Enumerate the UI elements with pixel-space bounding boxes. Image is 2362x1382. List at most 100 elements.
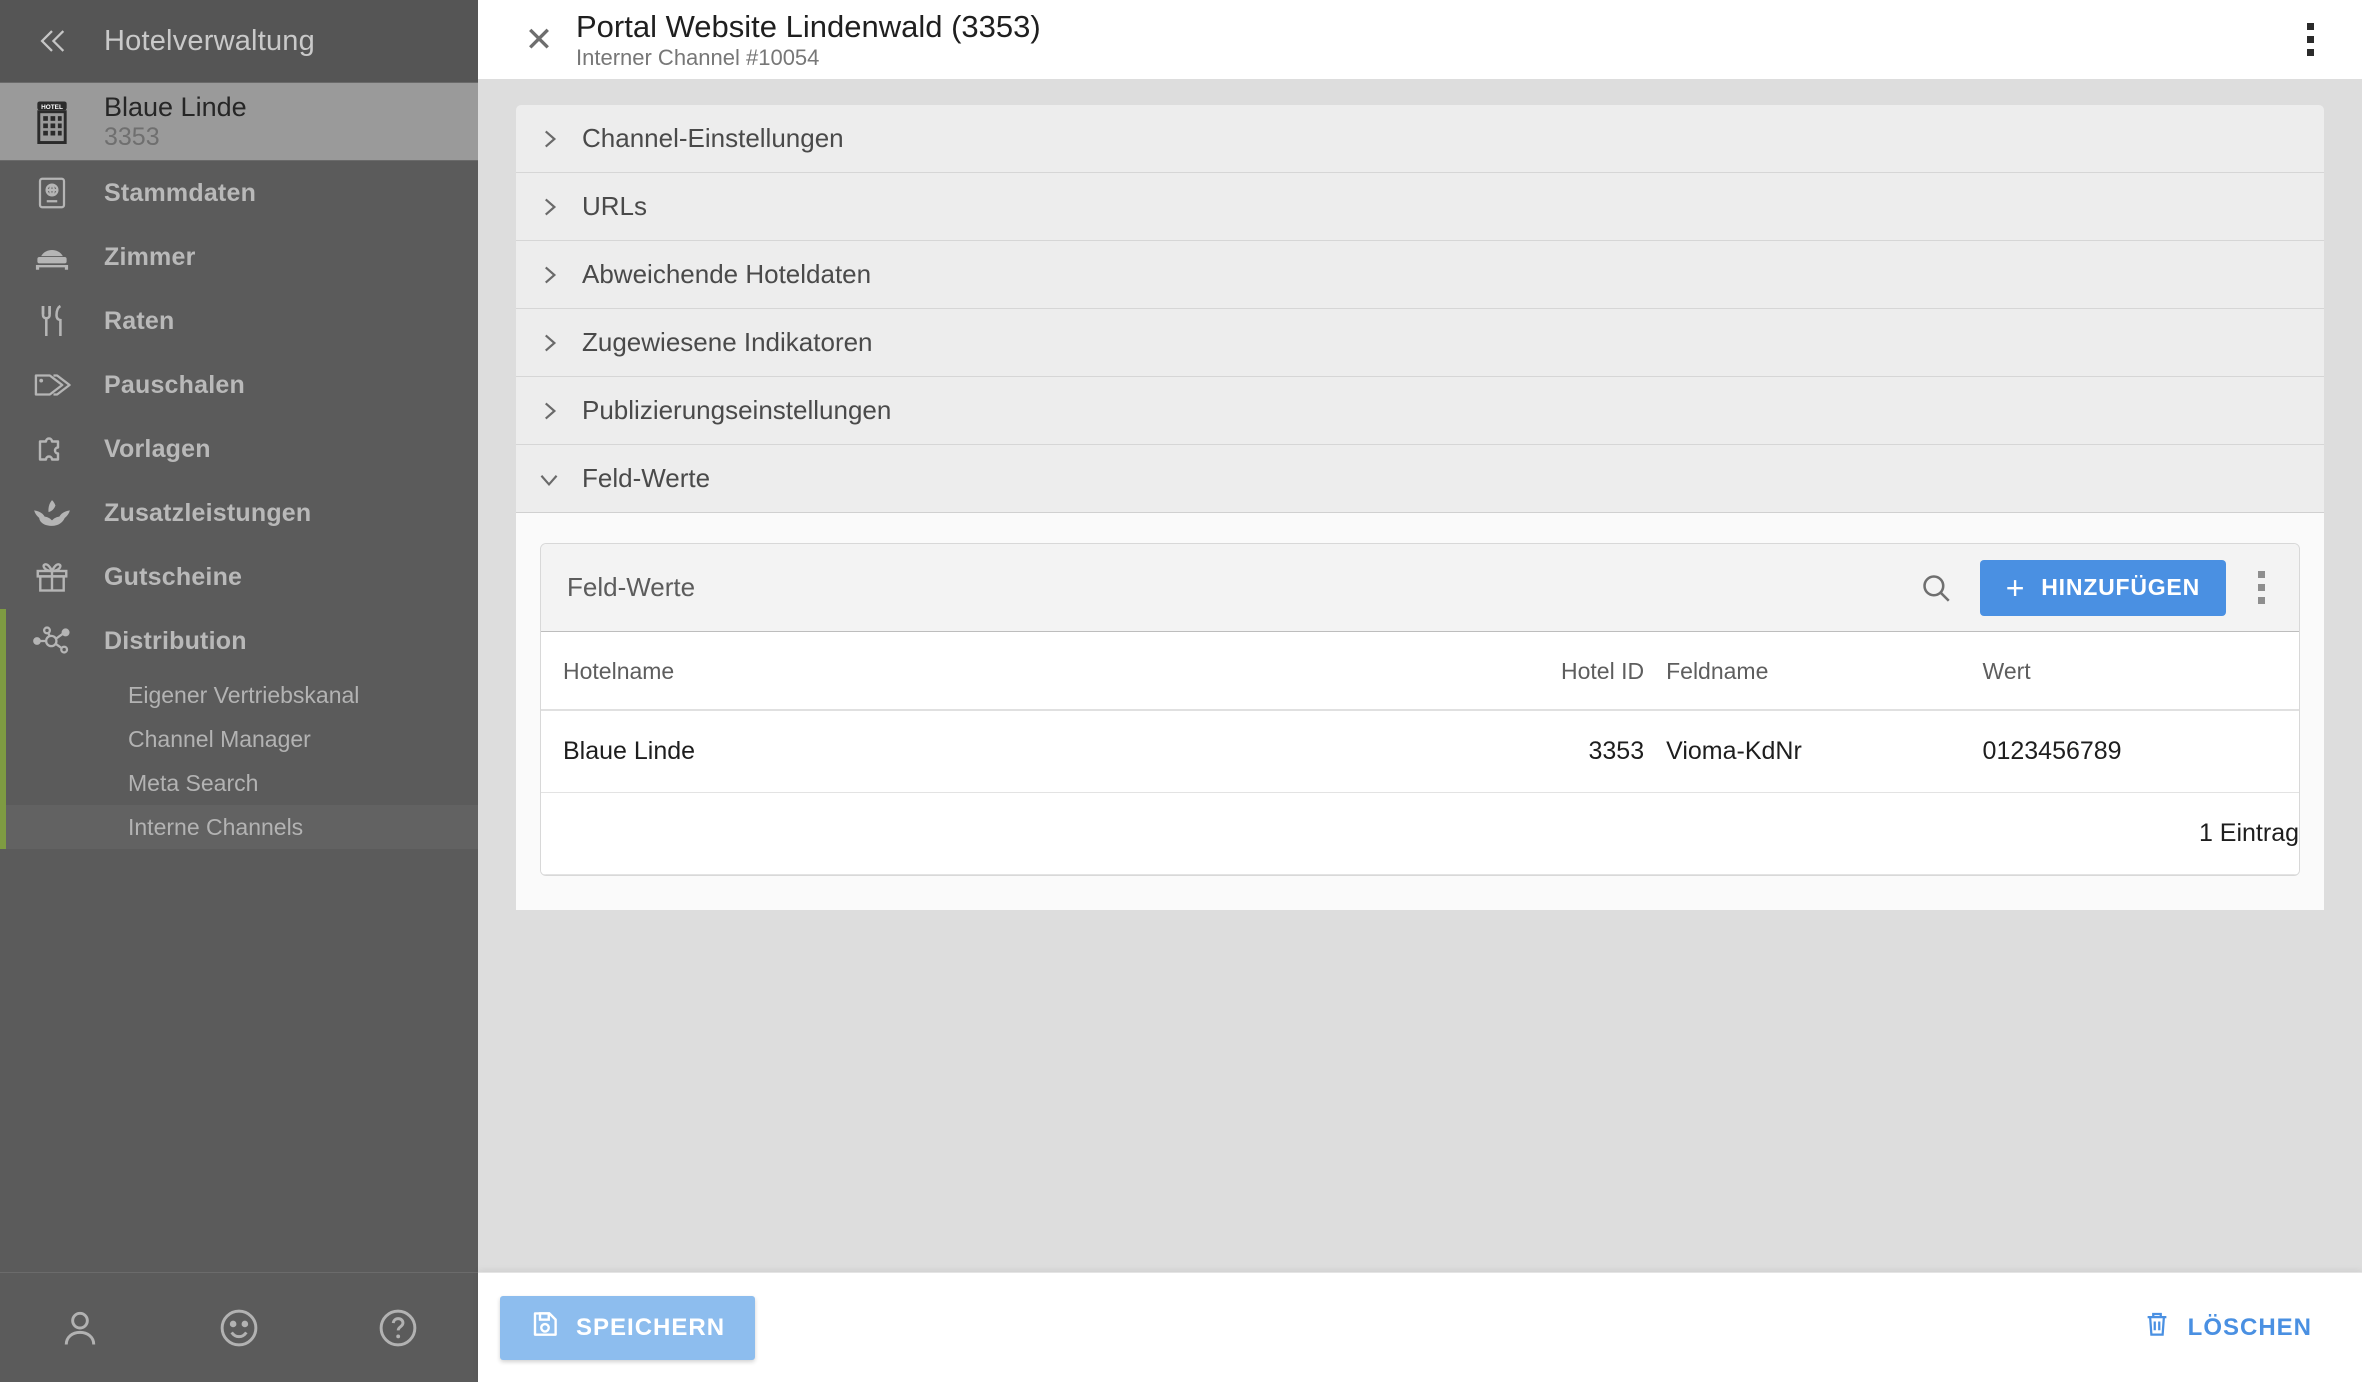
panel-footer: SPEICHERN LÖSCHEN	[478, 1272, 2362, 1382]
sidebar-item-distribution[interactable]: Distribution	[0, 609, 478, 673]
table-toolbar-title: Feld-Werte	[567, 572, 696, 602]
chevron-right-icon	[516, 398, 582, 424]
delete-button[interactable]: LÖSCHEN	[2132, 1299, 2322, 1356]
help-circle-icon[interactable]	[319, 1306, 478, 1350]
save-button-label: SPEICHERN	[576, 1313, 726, 1341]
sidebar-header: Hotelverwaltung	[0, 0, 478, 82]
accordion-section-label: Publizierungseinstellungen	[582, 395, 892, 425]
sidebar-subitem-label: Eigener Vertriebskanal	[128, 681, 360, 708]
column-header-hotelname[interactable]: Hotelname	[541, 632, 1420, 711]
plus-icon: +	[2005, 569, 2026, 606]
page-title: Portal Website Lindenwald (3353)	[576, 8, 1041, 44]
bed-icon	[0, 240, 104, 274]
sidebar-subitem-meta-search[interactable]: Meta Search	[0, 761, 478, 805]
accordion: Channel-Einstellungen URLs Abweichende H…	[516, 105, 2324, 910]
cell-hotel-id: 3353	[1420, 710, 1667, 793]
close-icon[interactable]: ✕	[510, 23, 568, 57]
sidebar-item-raten[interactable]: Raten	[0, 289, 478, 353]
panel-header: ✕ Portal Website Lindenwald (3353) Inter…	[478, 0, 2362, 79]
kebab-dot	[2258, 584, 2265, 591]
price-tag-icon	[0, 368, 104, 402]
accordion-section-label: Channel-Einstellungen	[582, 123, 844, 153]
chevron-right-icon	[516, 330, 582, 356]
entry-count-label: 1 Eintrag	[541, 792, 2299, 875]
page-subtitle: Interner Channel #10054	[576, 44, 820, 70]
sidebar-item-zimmer[interactable]: Zimmer	[0, 225, 478, 289]
sidebar-item-zusatzleistungen[interactable]: Zusatzleistungen	[0, 481, 478, 545]
table-body: Blaue Linde 3353 Vioma-KdNr 0123456789 1…	[541, 710, 2299, 875]
sidebar: Hotelverwaltung HOTEL Blaue Linde 3353 S…	[0, 0, 478, 1382]
accordion-section-abweichende-hoteldaten[interactable]: Abweichende Hoteldaten	[516, 241, 2324, 309]
feld-werte-table: Hotelname Hotel ID Feldname Wert Blaue L…	[541, 632, 2299, 875]
feld-werte-content: Feld-Werte + HINZUFÜGEN Hotelname Hotel …	[516, 513, 2324, 910]
sidebar-group-distribution: Distribution Eigener Vertriebskanal Chan…	[0, 609, 478, 849]
table-header-row: Hotelname Hotel ID Feldname Wert	[541, 632, 2299, 711]
sidebar-subitem-channel-manager[interactable]: Channel Manager	[0, 717, 478, 761]
chevron-right-icon	[516, 194, 582, 220]
accordion-section-label: URLs	[582, 191, 648, 221]
user-icon[interactable]	[0, 1306, 159, 1350]
sidebar-subitem-eigener-vertriebskanal[interactable]: Eigener Vertriebskanal	[0, 673, 478, 717]
kebab-menu-icon[interactable]	[2297, 15, 2324, 64]
channel-detail-panel: ✕ Portal Website Lindenwald (3353) Inter…	[478, 0, 2362, 1382]
sidebar-item-stammdaten[interactable]: Stammdaten	[0, 161, 478, 225]
save-button[interactable]: SPEICHERN	[500, 1295, 756, 1360]
accordion-section-label: Feld-Werte	[582, 463, 711, 493]
save-disk-icon	[530, 1309, 560, 1346]
sidebar-subitem-label: Meta Search	[128, 769, 259, 796]
table-row[interactable]: Blaue Linde 3353 Vioma-KdNr 0123456789	[541, 710, 2299, 793]
sidebar-item-label: Zusatzleistungen	[104, 498, 312, 527]
accordion-section-channel-einstellungen[interactable]: Channel-Einstellungen	[516, 105, 2324, 173]
accordion-section-feld-werte[interactable]: Feld-Werte	[516, 445, 2324, 513]
kebab-dot	[2258, 597, 2265, 604]
kebab-dot	[2307, 49, 2314, 56]
collapse-sidebar-button[interactable]	[0, 24, 104, 58]
chevron-double-left-icon	[40, 30, 65, 52]
smiley-icon[interactable]	[159, 1306, 318, 1350]
kebab-dot	[2307, 36, 2314, 43]
sidebar-subitem-label: Interne Channels	[128, 813, 304, 840]
sidebar-subitem-interne-channels[interactable]: Interne Channels	[0, 805, 478, 849]
column-header-feldname[interactable]: Feldname	[1666, 632, 1983, 711]
column-header-wert[interactable]: Wert	[1982, 632, 2299, 711]
cutlery-icon	[0, 303, 104, 339]
add-button-label: HINZUFÜGEN	[2041, 574, 2200, 600]
lotus-icon	[0, 497, 104, 529]
chevron-right-icon	[516, 262, 582, 288]
delete-button-label: LÖSCHEN	[2187, 1313, 2312, 1341]
sidebar-item-label: Zimmer	[104, 242, 196, 271]
accordion-section-zugewiesene-indikatoren[interactable]: Zugewiesene Indikatoren	[516, 309, 2324, 377]
sidebar-item-gutscheine[interactable]: Gutscheine	[0, 545, 478, 609]
sidebar-hotel-id: 3353	[104, 122, 160, 151]
gift-icon	[0, 559, 104, 595]
puzzle-piece-icon	[0, 431, 104, 467]
panel-body: Channel-Einstellungen URLs Abweichende H…	[478, 79, 2362, 1272]
sidebar-item-label: Pauschalen	[104, 370, 245, 399]
table-footer-row: 1 Eintrag	[541, 792, 2299, 875]
hotel-building-icon-glyph: HOTEL	[37, 100, 67, 144]
sidebar-title: Hotelverwaltung	[104, 24, 315, 57]
sidebar-item-pauschalen[interactable]: Pauschalen	[0, 353, 478, 417]
column-header-hotel-id[interactable]: Hotel ID	[1420, 632, 1667, 711]
sidebar-subitem-label: Channel Manager	[128, 725, 311, 752]
search-icon[interactable]	[1912, 564, 1960, 612]
sidebar-item-label: Raten	[104, 306, 175, 335]
sidebar-item-vorlagen[interactable]: Vorlagen	[0, 417, 478, 481]
sidebar-footer-icons	[0, 1272, 478, 1382]
sidebar-navigation: Stammdaten Zimmer Raten Pauschalen Vorla…	[0, 161, 478, 1272]
chevron-down-icon	[516, 466, 582, 492]
sidebar-hotel-selector[interactable]: HOTEL Blaue Linde 3353	[0, 82, 478, 161]
table-kebab-menu-icon[interactable]	[2246, 565, 2277, 610]
accordion-section-label: Zugewiesene Indikatoren	[582, 327, 873, 357]
accordion-section-urls[interactable]: URLs	[516, 173, 2324, 241]
hotel-building-icon: HOTEL	[0, 100, 104, 144]
cell-wert: 0123456789	[1982, 710, 2299, 793]
chevron-right-icon	[516, 126, 582, 152]
add-button[interactable]: + HINZUFÜGEN	[1979, 559, 2226, 616]
sidebar-item-label: Distribution	[104, 626, 247, 655]
cell-hotelname: Blaue Linde	[541, 710, 1420, 793]
feld-werte-table-card: Feld-Werte + HINZUFÜGEN Hotelname Hotel …	[540, 543, 2300, 876]
accordion-section-publizierungseinstellungen[interactable]: Publizierungseinstellungen	[516, 377, 2324, 445]
table-head: Hotelname Hotel ID Feldname Wert	[541, 632, 2299, 711]
sidebar-hotel-name: Blaue Linde	[104, 92, 247, 123]
